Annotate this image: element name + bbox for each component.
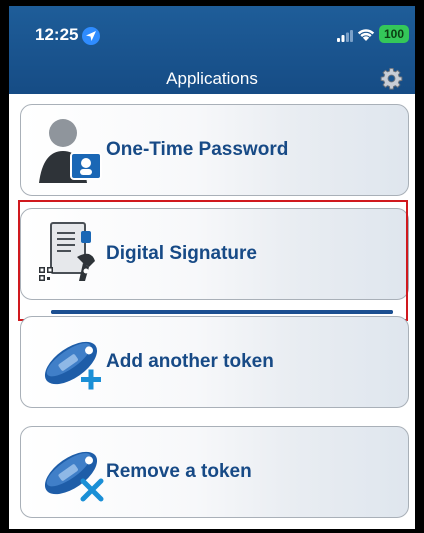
cellular-signal-icon — [337, 29, 353, 47]
battery-indicator: 100 — [379, 25, 409, 43]
location-arrow-icon — [82, 27, 100, 45]
app-label: One-Time Password — [106, 139, 289, 160]
wifi-icon — [356, 26, 376, 47]
app-card-add-token[interactable]: Add another token — [20, 316, 409, 408]
app-label: Add another token — [106, 351, 274, 372]
selection-highlight — [18, 200, 408, 321]
app-card-remove-token[interactable]: Remove a token — [20, 426, 409, 518]
app-label: Remove a token — [106, 461, 252, 482]
page-title: Applications — [166, 69, 258, 88]
progress-bar — [51, 310, 393, 314]
app-screen: 12:25 100 Applications One-Time Password… — [9, 6, 415, 529]
app-card-one-time-password[interactable]: One-Time Password — [20, 104, 409, 196]
status-time: 12:25 — [35, 25, 79, 44]
progress-fill — [51, 310, 393, 314]
token-remove-icon — [37, 435, 105, 509]
token-add-icon — [37, 325, 105, 399]
user-otp-icon — [37, 113, 105, 187]
gear-icon[interactable] — [380, 67, 403, 90]
top-bar: 12:25 100 Applications — [9, 6, 415, 94]
